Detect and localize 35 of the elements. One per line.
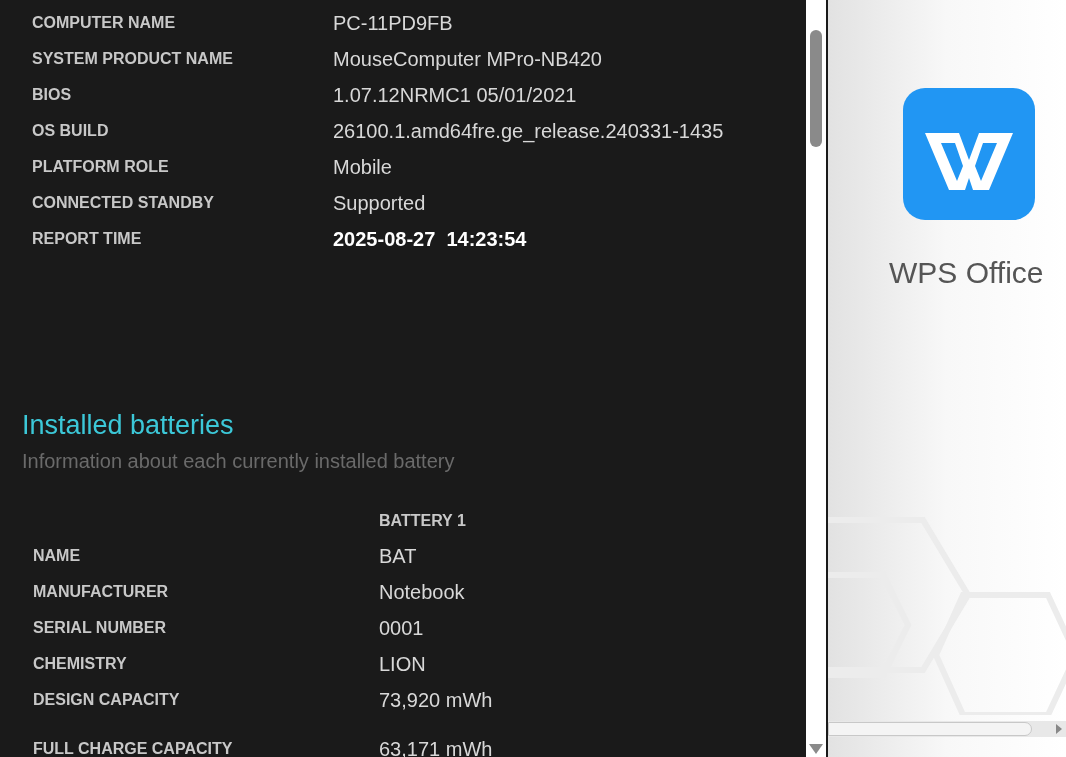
field-value: 2025-08-27 14:23:54 [333,227,527,252]
field-label: REPORT TIME [32,229,143,249]
scroll-right-arrow-icon[interactable] [1056,724,1062,734]
field-label: OS BUILD [32,121,110,141]
field-value: Notebook [379,579,465,605]
scrollbar-thumb[interactable] [810,30,822,147]
field-label: DESIGN CAPACITY [33,689,181,710]
section-subtitle: Information about each currently installed battery [22,448,456,474]
field-label: FULL CHARGE CAPACITY [33,738,234,757]
field-value: PC-11PD9FB [333,11,453,36]
field-label: SYSTEM PRODUCT NAME [32,49,234,69]
field-value: 1.07.12NRMC1 05/01/2021 [333,83,577,108]
field-value: LION [379,651,426,677]
scroll-down-arrow-icon[interactable] [809,744,823,754]
section-title: Installed batteries [22,409,235,442]
field-label: NAME [33,545,82,566]
horizontal-scrollbar-thumb[interactable] [828,722,1032,736]
field-value: Supported [333,191,426,216]
field-value: BAT [379,543,417,569]
field-value: 26100.1.amd64fre.ge_release.240331-1435 [333,119,724,145]
app-label[interactable]: WPS Office [889,250,1044,295]
field-label: CONNECTED STANDBY [32,193,215,213]
app-logo-icon[interactable] [903,88,1035,220]
field-label: CHEMISTRY [33,653,128,674]
field-label: MANUFACTURER [33,581,170,602]
vertical-scrollbar[interactable] [806,0,826,757]
field-value: 73,920 mWh [379,687,493,713]
field-label: BIOS [32,85,73,105]
field-label: COMPUTER NAME [32,13,177,33]
column-header: BATTERY 1 [379,510,466,531]
field-value: MouseComputer MPro-NB420 [333,47,602,72]
field-label: SERIAL NUMBER [33,617,168,638]
field-value: Mobile [333,155,392,180]
field-label: PLATFORM ROLE [32,157,170,177]
field-value: 0001 [379,615,424,641]
